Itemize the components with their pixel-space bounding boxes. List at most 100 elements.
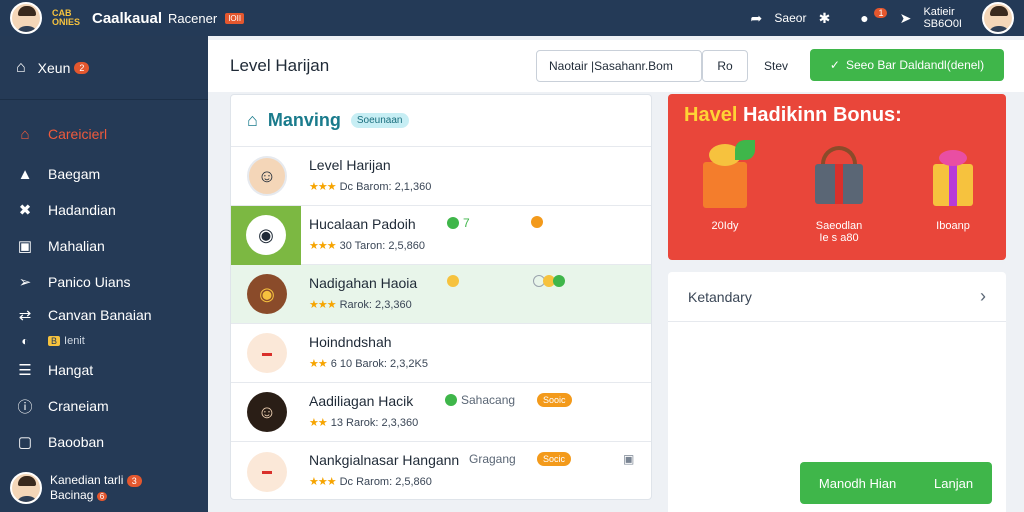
sidebar-user-badge: 3 [126,474,142,487]
puzzle-icon[interactable]: ✱ [816,10,832,26]
sidebar-item-careicierl[interactable]: ⌂ Careicierl [0,116,208,152]
list-item[interactable]: ▬ Nankgialnasar Hangann ★★★ Dc Rarom: 2,5… [231,442,651,499]
row-meta: ★★★ Dc Barom: 2,1,360 [309,180,431,193]
sidebar-item-label: Panico Uians [48,274,131,290]
home-icon: ⌂ [16,58,26,76]
brand[interactable]: CAB ONIES Caalkaual Racener IOII [52,8,245,27]
clipboard-icon[interactable]: ▣ [623,452,634,466]
list-item[interactable]: ☺ Level Harijan ★★★ Dc Barom: 2,1,360 [231,147,651,206]
chevron-right-icon: › [980,286,986,306]
list-item[interactable]: ◉ Nadigahan Haoia ★★★ Rarok: 2,3,360 [231,265,651,324]
sidebar-item-canvan-banaian[interactable]: ⇄ Canvan Banaian [0,300,208,330]
bonus-item-basket[interactable]: Saeodlan Ie s a80 [794,140,884,244]
stamp-avatar-icon: ▬ [247,451,287,492]
row-name: Hoindndshah [309,334,392,350]
sub-chip: B [48,336,61,346]
sidebar-item-craneiam[interactable]: ⓘ Craneiam [0,388,208,424]
send-icon[interactable]: ➤ [897,10,913,26]
calendar-header[interactable]: Ketandary › [668,272,1006,322]
row-pill[interactable]: Sooic [537,393,572,407]
top-user-line1: Katieir [923,6,955,18]
row-tag: 7 [447,216,470,230]
small-button[interactable]: Ro [702,50,748,82]
row-meta-text: Dc Barom: 2,1,360 [339,181,432,193]
house-icon: ⌂ [247,110,258,130]
list-item[interactable]: ▬ Hoindndshah ★★ 6 10 Barok: 2,3,2K5 [231,324,651,383]
sidebar-user[interactable]: Kanedian tarli 3 Bacinag 6 [10,472,142,504]
list-item[interactable]: ◉ Hucalaan Padoih ★★★ 30 Taron: 2,5,860 7 [231,205,651,265]
primary-action-button[interactable]: ✓ Seeo Bar Daldandl(denel) [810,49,1004,81]
dish-avatar-icon: ◉ [247,274,287,314]
box-icon: ▣ [17,238,33,255]
row-pill-wrap: Sooic [537,393,572,407]
row-name: Level Harijan [309,157,391,173]
home-icon: ⌂ [20,125,30,143]
top-user-line2: SB6O0I [923,18,962,30]
status-dot-icon [445,394,457,406]
bonus-item-gift-box[interactable]: 20Idy [680,140,770,232]
calendar-title: Ketandary [688,288,752,305]
row-tag: Gragang [469,452,516,466]
sidebar-item-label: Mahalian [48,238,105,254]
bonus-item-label: Saeodlan Ie s a80 [815,220,863,244]
calendar-action-button[interactable]: Manodh Hian Lanjan [800,462,992,504]
row-meta: ★★ 13 Rarok: 2,3,360 [309,416,418,429]
top-user-info: Katieir SB6O0I [923,6,962,30]
calendar-btn-left: Manodh Hian [818,475,897,491]
sidebar-item-baooban[interactable]: ▢ Baooban [0,424,208,460]
row-tag: Sahacang [445,393,515,407]
top-action-label[interactable]: Saeor [774,11,806,25]
rating-stars: ★★★ [309,476,337,488]
row-pill-wrap: Socic [537,452,572,466]
sidebar-item-label: Baegam [48,166,101,182]
sidebar-user-info: Kanedian tarli 3 Bacinag 6 [50,473,142,504]
sidebar-user-name: Kanedian tarli [50,472,124,487]
sidebar-item-label: Craneiam [48,398,109,414]
share-icon[interactable]: ➦ [748,10,764,26]
row-tag-text: Sahacang [461,393,516,407]
list-item[interactable]: ☺ Aadiliagan Hacik ★★ 13 Rarok: 2,3,360 S… [231,383,651,442]
sidebar-item-baegam[interactable]: ▲ Baegam [0,156,208,192]
calendar-btn-right: Lanjan [934,475,974,491]
list-chip[interactable]: Soeunaan [350,113,409,128]
row-meta-text: 13 Rarok: 2,3,360 [330,417,419,429]
row-meta: ★★★ Rarok: 2,3,360 [309,298,412,311]
search-input[interactable] [536,50,702,82]
row-meta-text: Rarok: 2,3,360 [339,299,412,311]
sidebar-item-label: Hangat [48,362,94,378]
bonus-title-rest: Hadikinn Bonus: [742,104,902,126]
status-dot-icon [447,217,459,229]
sidebar-home[interactable]: ⌂ Xeun 2 [0,36,208,100]
smiley-icon [447,275,459,287]
bonus-card: Havel Hadikinn Bonus: 20Idy Saeodlan Ie … [668,94,1006,260]
list-icon: ☰ [18,362,32,379]
top-avatar[interactable] [10,2,42,34]
row-name: Nadigahan Haoia [309,275,418,291]
sidebar-item-hadandian[interactable]: ✖ Hadandian [0,192,208,228]
brand-logo: CAB ONIES [52,8,81,27]
person-avatar-icon: ☺ [247,392,287,432]
chat-icon[interactable]: ● [856,10,872,26]
present-icon [923,140,983,210]
row-tag-text: 7 [463,216,470,230]
rating-stars: ★★★ [309,181,337,193]
top-bar: CAB ONIES Caalkaual Racener IOII ➦ Saeor… [0,0,1024,36]
brand-name: Caalkaual [92,9,163,27]
profile-avatar[interactable] [982,2,1014,34]
bonus-item-label: Iboanp [936,220,970,232]
sidebar-subitem[interactable]: ◐ B Ienit [0,330,208,352]
text-button[interactable]: Stev [764,50,788,82]
info-icon: ⓘ [17,398,33,416]
swap-icon: ⇄ [18,307,32,324]
page-title: Level Harijan [230,56,330,75]
row-tag-text: Gragang [469,452,516,466]
bonus-item-present[interactable]: Iboanp [908,140,998,232]
sidebar-item-mahalian[interactable]: ▣ Mahalian [0,228,208,264]
sidebar-item-hangat[interactable]: ☰ Hangat [0,352,208,388]
bonus-title-highlight: Havel [684,104,738,126]
bonus-item-label: 20Idy [711,220,739,232]
sidebar-item-panico-uians[interactable]: ➢ Panico Uians [0,264,208,300]
row-meta: ★★ 6 10 Barok: 2,3,2K5 [309,357,428,370]
person-avatar-icon: ☺ [247,156,287,196]
row-pill[interactable]: Socic [537,452,572,466]
